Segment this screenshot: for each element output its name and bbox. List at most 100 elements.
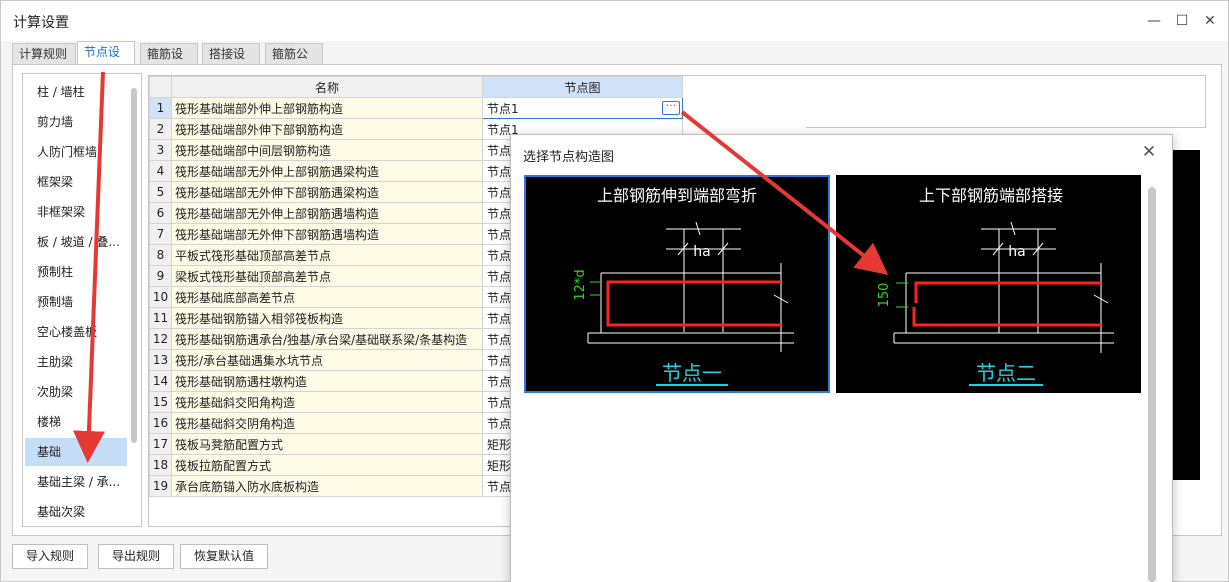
sidebar-item[interactable]: 柱 / 墙柱 — [25, 78, 127, 106]
corner-header — [149, 76, 172, 98]
row-node-value: 节点 — [487, 185, 512, 200]
row-node-value: 节点 — [487, 353, 512, 368]
sidebar-item[interactable]: 预制柱 — [25, 258, 127, 286]
table-row[interactable]: 1 筏形基础端部外伸上部钢筋构造 节点1 ··· — [149, 97, 683, 119]
row-name-cell[interactable]: 平板式筏形基础顶部高差节点 — [171, 244, 483, 266]
node-column-header: 节点图 — [482, 76, 683, 98]
node-option-2-caption: 节点二 — [976, 361, 1036, 385]
node-option-1-caption: 节点一 — [662, 361, 722, 385]
restore-defaults-button[interactable]: 恢复默认值 — [180, 544, 269, 569]
row-node-value: 节点 — [487, 269, 512, 284]
node-option-2-ha-label: ha — [1008, 244, 1025, 260]
dialog-title: 选择节点构造图 — [523, 150, 615, 165]
row-name-cell[interactable]: 筏形基础钢筋遇承台/独基/承台梁/基础联系梁/条基构造 — [171, 328, 483, 350]
row-name-cell[interactable]: 梁板式筏形基础顶部高差节点 — [171, 265, 483, 287]
maximize-icon[interactable]: ☐ — [1170, 10, 1194, 32]
row-name-cell[interactable]: 筏形基础底部高差节点 — [171, 286, 483, 308]
tab-calc-rules[interactable]: 计算规则 — [12, 43, 76, 65]
row-node-value: 节点1 — [487, 101, 519, 116]
tab-node-settings[interactable]: 节点设置 — [77, 41, 135, 79]
row-node-value: 节点 — [487, 227, 512, 242]
export-rules-button[interactable]: 导出规则 — [98, 544, 175, 569]
sidebar-item[interactable]: 非框架梁 — [25, 198, 127, 226]
row-name-cell[interactable]: 筏板马凳筋配置方式 — [171, 433, 483, 455]
preview-image — [1170, 150, 1200, 480]
row-name-cell[interactable]: 筏形基础端部中间层钢筋构造 — [171, 139, 483, 161]
sidebar-item[interactable]: 预制墙 — [25, 288, 127, 316]
row-number: 5 — [149, 181, 172, 203]
row-number: 7 — [149, 223, 172, 245]
row-node-value: 节点 — [487, 311, 512, 326]
row-name-cell[interactable]: 筏形基础端部无外伸下部钢筋遇墙构造 — [171, 223, 483, 245]
row-node-cell[interactable]: 节点1 ··· — [482, 97, 683, 119]
row-number: 16 — [149, 412, 172, 434]
row-node-value: 节点 — [487, 374, 512, 389]
row-node-value: 节点 — [487, 332, 512, 347]
close-icon[interactable]: ✕ — [1198, 10, 1222, 32]
row-name-cell[interactable]: 筏形/承台基础遇集水坑节点 — [171, 349, 483, 371]
node-option-2-dim-label: 150 — [877, 283, 892, 308]
row-name-cell[interactable]: 筏形基础端部无外伸上部钢筋遇梁构造 — [171, 160, 483, 182]
row-name-cell[interactable]: 筏形基础端部无外伸上部钢筋遇墙构造 — [171, 202, 483, 224]
sidebar-item[interactable]: 基础 — [25, 438, 127, 466]
row-name-cell[interactable]: 筏形基础钢筋遇柱墩构造 — [171, 370, 483, 392]
row-number: 17 — [149, 433, 172, 455]
row-node-value: 节点 — [487, 290, 512, 305]
row-number: 15 — [149, 391, 172, 413]
row-number: 8 — [149, 244, 172, 266]
row-node-value: 矩形 — [487, 458, 512, 473]
row-number: 14 — [149, 370, 172, 392]
row-number: 13 — [149, 349, 172, 371]
row-name-cell[interactable]: 承台底筋锚入防水底板构造 — [171, 475, 483, 497]
component-list[interactable]: 柱 / 墙柱 剪力墙 人防门框墙 框架梁 非框架梁板 / 坡道 / 叠... 预制柱 预制墙… — [22, 73, 142, 527]
row-node-value: 节点 — [487, 143, 512, 158]
sidebar-item[interactable]: 剪力墙 — [25, 108, 127, 136]
node-option-2[interactable]: 上下部钢筋端部搭接 ha 150 节点二 — [836, 175, 1141, 393]
sidebar-item[interactable]: 板 / 坡道 / 叠... — [25, 228, 127, 256]
row-node-value: 节点 — [487, 248, 512, 263]
window-title: 计算设置 — [13, 15, 69, 31]
row-node-value: 矩形 — [487, 437, 512, 452]
row-node-value: 节点 — [487, 416, 512, 431]
sidebar-item[interactable]: 主肋梁 — [25, 348, 127, 376]
sidebar-item[interactable]: 框架梁 — [25, 168, 127, 196]
sidebar-item[interactable]: 楼梯 — [25, 408, 127, 436]
row-node-value: 节点 — [487, 395, 512, 410]
tab-stirrup-formula[interactable]: 箍筋公式 — [265, 43, 323, 81]
node-option-1-title: 上部钢筋伸到端部弯折 — [597, 186, 757, 205]
list-scrollbar[interactable] — [131, 88, 137, 443]
row-number: 10 — [149, 286, 172, 308]
sidebar-item[interactable]: 基础次梁 — [25, 498, 127, 526]
tab-stirrup-settings[interactable]: 箍筋设置 — [140, 43, 198, 81]
import-rules-button[interactable]: 导入规则 — [12, 544, 89, 569]
name-column-header: 名称 — [171, 76, 483, 98]
row-node-value: 节点 — [487, 164, 512, 179]
row-number: 12 — [149, 328, 172, 350]
minimize-icon[interactable]: — — [1142, 10, 1166, 32]
sidebar-item[interactable]: 空心楼盖板 — [25, 318, 127, 346]
row-node-value: 节点 — [487, 479, 512, 494]
sidebar-item[interactable]: 人防门框墙 — [25, 138, 127, 166]
tab-lap-settings[interactable]: 搭接设置 — [202, 43, 260, 81]
row-name-cell[interactable]: 筏形基础端部无外伸下部钢筋遇梁构造 — [171, 181, 483, 203]
row-number: 1 — [149, 97, 172, 119]
node-option-1-dim-label: 12*d — [573, 269, 588, 300]
dialog-scrollbar[interactable] — [1148, 187, 1156, 582]
sidebar-item[interactable]: 次肋梁 — [25, 378, 127, 406]
row-node-value: 节点 — [487, 206, 512, 221]
row-number: 6 — [149, 202, 172, 224]
row-number: 18 — [149, 454, 172, 476]
dialog-close-icon[interactable]: ✕ — [1138, 141, 1160, 163]
more-options-icon[interactable]: ··· — [662, 100, 680, 115]
row-name-cell[interactable]: 筏板拉筋配置方式 — [171, 454, 483, 476]
node-option-2-title: 上下部钢筋端部搭接 — [919, 186, 1063, 205]
row-number: 4 — [149, 160, 172, 182]
sidebar-item[interactable]: 基础主梁 / 承... — [25, 468, 127, 496]
row-name-cell[interactable]: 筏形基础斜交阴角构造 — [171, 412, 483, 434]
row-name-cell[interactable]: 筏形基础钢筋锚入相邻筏板构造 — [171, 307, 483, 329]
node-option-1[interactable]: 上部钢筋伸到端部弯折 ha 12*d 节点一 — [524, 175, 830, 393]
row-name-cell[interactable]: 筏形基础端部外伸下部钢筋构造 — [171, 118, 483, 140]
row-name-cell[interactable]: 筏形基础斜交阳角构造 — [171, 391, 483, 413]
row-name-cell[interactable]: 筏形基础端部外伸上部钢筋构造 — [171, 97, 483, 119]
node-option-1-ha-label: ha — [693, 244, 710, 260]
